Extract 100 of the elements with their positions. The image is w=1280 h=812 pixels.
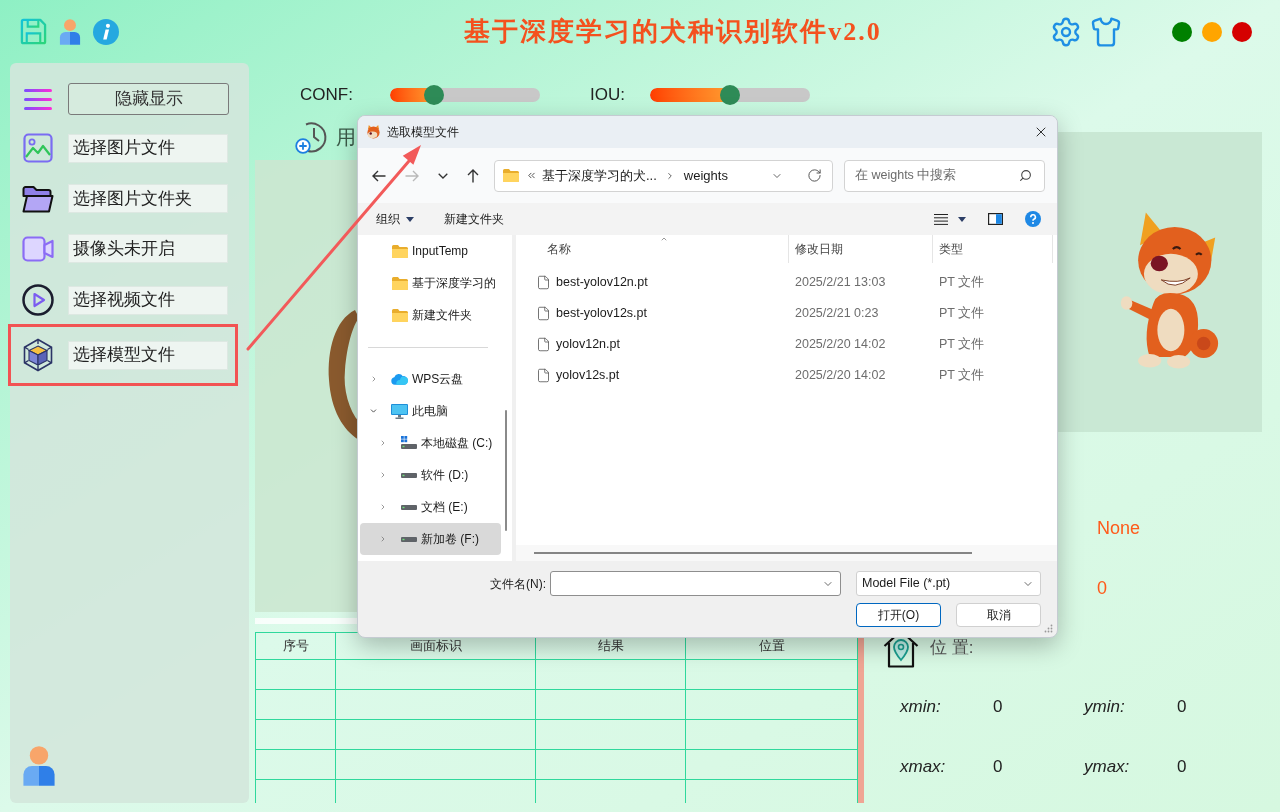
sort-caret-icon xyxy=(659,235,669,243)
file-date: 2025/2/20 14:02 xyxy=(794,336,887,354)
breadcrumb[interactable]: weights xyxy=(683,165,728,186)
coordinate-value: 0 xyxy=(1177,756,1188,779)
location-label: 位 置: xyxy=(930,637,974,660)
new-folder-button[interactable]: 新建文件夹 xyxy=(444,210,504,228)
result-value: None xyxy=(1097,516,1141,540)
folder-icon xyxy=(22,184,54,213)
user-icon[interactable] xyxy=(59,18,81,45)
sidebar-button[interactable]: 摄像头未开启 xyxy=(68,234,228,263)
folder-icon xyxy=(391,276,408,290)
window-control-icon[interactable] xyxy=(1172,21,1192,42)
chevron-right-icon[interactable] xyxy=(379,534,387,544)
sidebar-button[interactable]: 选择图片文件 xyxy=(68,133,228,163)
refresh-icon[interactable] xyxy=(807,168,822,183)
drive-icon xyxy=(400,436,417,450)
horizontal-scrollbar[interactable] xyxy=(534,552,972,554)
search-field[interactable]: 在 weights 中搜索 xyxy=(844,159,1045,192)
cloud-icon xyxy=(391,373,408,385)
folder-icon xyxy=(391,308,408,322)
nav-item[interactable]: 软件 (D:) xyxy=(360,459,501,491)
clock-add-icon[interactable] xyxy=(295,120,329,154)
folder-icon xyxy=(503,169,519,182)
info-icon[interactable] xyxy=(93,18,119,45)
file-type-dropdown[interactable]: Model File (*.pt) xyxy=(856,571,1041,596)
nav-item[interactable]: 基于深度学习的 xyxy=(360,267,501,299)
threshold-label: CONF: xyxy=(300,84,354,107)
column-header[interactable]: 类型 xyxy=(933,235,1053,263)
drive-icon xyxy=(400,472,417,478)
file-date: 2025/2/20 14:02 xyxy=(794,367,887,385)
chevrons-left-icon[interactable] xyxy=(526,170,537,181)
chevron-right-icon[interactable] xyxy=(370,374,378,384)
preview-pane-icon[interactable] xyxy=(988,213,1003,225)
list-view-icon[interactable] xyxy=(934,213,948,225)
file-icon xyxy=(536,367,551,384)
drive-icon xyxy=(400,536,417,542)
file-date: 2025/2/21 0:23 xyxy=(794,305,880,323)
chevron-right-icon[interactable] xyxy=(379,438,387,448)
file-name[interactable]: best-yolov12n.pt xyxy=(556,273,648,292)
sidebar-button[interactable]: 选择模型文件 xyxy=(68,340,228,370)
coordinate-label: ymax: xyxy=(1084,756,1131,779)
threshold-slider[interactable] xyxy=(650,85,810,105)
threshold-slider[interactable] xyxy=(390,85,540,105)
window-control-icon[interactable] xyxy=(1232,21,1252,42)
nav-item[interactable]: 本地磁盘 (C:) xyxy=(360,427,501,459)
menu-icon[interactable] xyxy=(24,88,52,110)
nav-item[interactable]: InputTemp xyxy=(360,235,501,267)
file-name[interactable]: yolov12n.pt xyxy=(556,335,620,354)
folder-icon xyxy=(391,244,408,258)
caret-icon xyxy=(958,216,966,222)
dialog-button[interactable]: 打开(O) xyxy=(856,603,941,627)
chevron-down-icon[interactable] xyxy=(438,172,448,179)
filename-field[interactable] xyxy=(550,571,841,596)
slider-thumb[interactable] xyxy=(720,85,740,105)
nav-item[interactable]: 文档 (E:) xyxy=(360,491,501,523)
sidebar-button[interactable]: 选择视频文件 xyxy=(68,285,228,315)
file-name[interactable]: best-yolov12s.pt xyxy=(556,304,648,323)
chevron-right-icon[interactable] xyxy=(379,502,387,512)
shirt-icon[interactable] xyxy=(1090,15,1122,48)
column-header[interactable]: 名称 xyxy=(516,235,789,263)
file-type: PT 文件 xyxy=(938,367,985,385)
coordinate-value: 0 xyxy=(1177,696,1188,719)
save-icon[interactable] xyxy=(20,18,47,45)
nav-item[interactable]: 新建文件夹 xyxy=(360,299,501,331)
breadcrumb[interactable]: 基于深度学习的犬... xyxy=(542,165,657,186)
organize-menu-button[interactable]: 组织 xyxy=(376,210,414,228)
help-icon[interactable] xyxy=(1025,211,1041,227)
file-icon xyxy=(536,305,551,322)
slider-thumb[interactable] xyxy=(423,85,444,105)
column-header[interactable]: 修改日期 xyxy=(789,235,933,263)
address-bar[interactable]: 基于深度学习的犬... weights xyxy=(494,159,833,192)
coordinate-label: xmax: xyxy=(900,756,947,779)
file-name[interactable]: yolov12s.pt xyxy=(556,366,620,385)
avatar-icon[interactable] xyxy=(22,745,56,787)
settings-icon[interactable] xyxy=(1050,15,1082,48)
coordinate-value: 0 xyxy=(993,756,1004,779)
vertical-scrollbar[interactable] xyxy=(505,410,507,531)
monitor-icon xyxy=(391,403,408,419)
nav-item[interactable]: 此电脑 xyxy=(360,395,501,427)
toggle-display-button[interactable]: 隐藏显示 xyxy=(68,83,229,115)
video-camera-icon xyxy=(22,235,54,262)
dialog-button[interactable]: 取消 xyxy=(956,603,1041,627)
search-icon[interactable] xyxy=(1019,169,1032,182)
nav-item[interactable]: 新加卷 (F:) xyxy=(360,523,501,555)
arrow-up-icon[interactable] xyxy=(467,168,479,183)
resize-grip-icon[interactable] xyxy=(1044,624,1053,633)
column-header: 序号 xyxy=(256,633,336,660)
file-date: 2025/2/21 13:03 xyxy=(794,274,887,292)
nav-item[interactable]: WPS云盘 xyxy=(360,363,501,395)
coordinate-label: xmin: xyxy=(900,696,942,719)
file-type: PT 文件 xyxy=(938,274,985,292)
threshold-label: IOU: xyxy=(590,84,626,107)
chevron-right-icon[interactable] xyxy=(379,470,387,480)
file-icon xyxy=(536,274,551,291)
result-value: 0 xyxy=(1097,576,1107,600)
file-type: PT 文件 xyxy=(938,336,985,354)
view-menu-button[interactable] xyxy=(934,213,966,225)
arrow-left-icon[interactable] xyxy=(372,169,386,182)
timer-label: 用 xyxy=(336,125,356,150)
sidebar-button[interactable]: 选择图片文件夹 xyxy=(68,184,228,213)
